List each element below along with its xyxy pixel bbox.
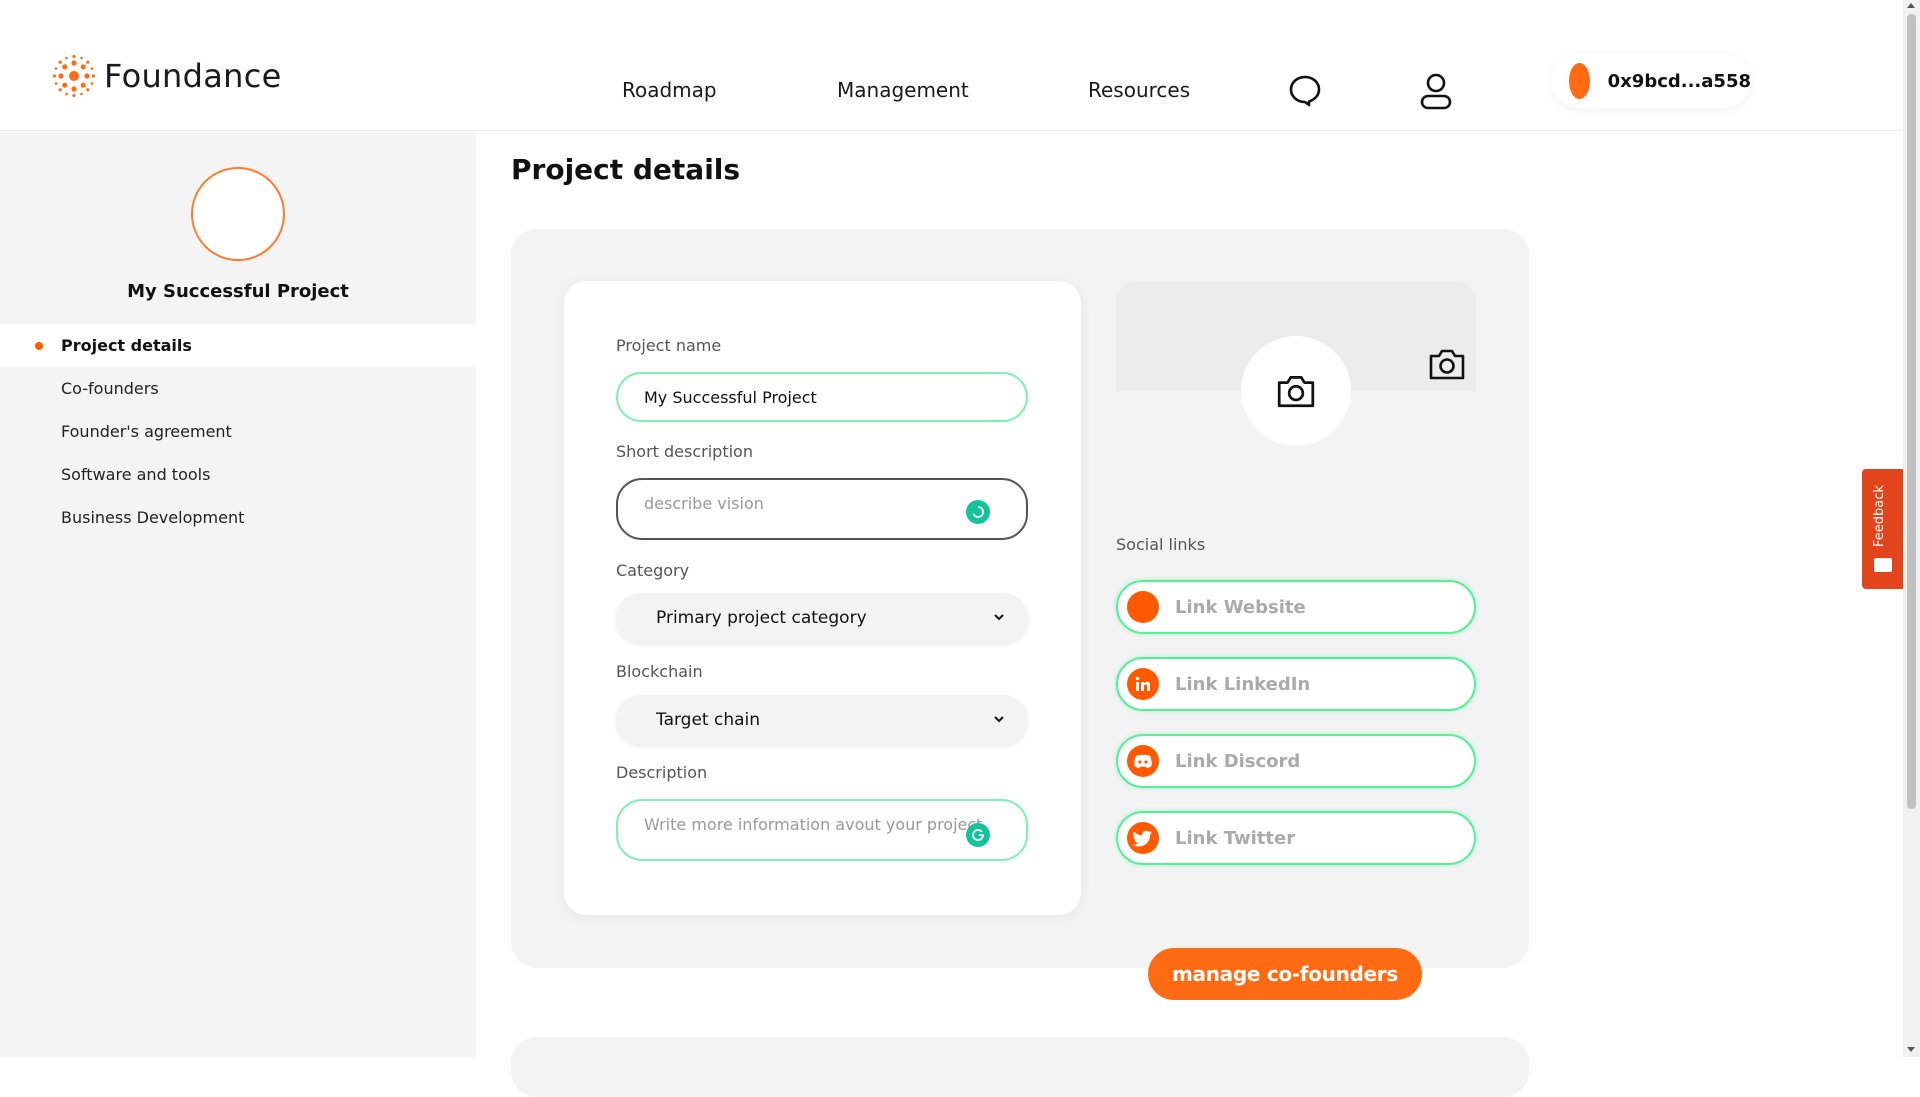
camera-icon xyxy=(1277,375,1315,408)
nav-management[interactable]: Management xyxy=(837,78,969,102)
active-indicator-dot xyxy=(35,342,43,350)
link-linkedin-button[interactable]: Link LinkedIn xyxy=(1116,657,1476,711)
scroll-thumb[interactable] xyxy=(1907,14,1916,809)
manage-co-founders-button[interactable]: manage co-founders xyxy=(1148,948,1422,1000)
link-label: Link LinkedIn xyxy=(1175,673,1311,695)
sidebar-item-label: Founder's agreement xyxy=(61,422,232,441)
linkedin-icon xyxy=(1127,668,1159,700)
sidebar-item-software-tools[interactable]: Software and tools xyxy=(0,453,476,496)
website-icon xyxy=(1127,591,1159,623)
sidebar-item-label: Business Development xyxy=(61,508,245,527)
chevron-down-icon xyxy=(994,614,1004,621)
short-description-placeholder: describe vision xyxy=(644,494,764,513)
sidebar-project-name: My Successful Project xyxy=(127,281,349,302)
nav-roadmap[interactable]: Roadmap xyxy=(622,78,717,102)
discord-icon xyxy=(1127,745,1159,777)
sidebar-item-business-development[interactable]: Business Development xyxy=(0,496,476,539)
category-select[interactable]: Primary project category xyxy=(616,593,1028,643)
feedback-label: Feedback xyxy=(1872,485,1887,547)
link-label: Link Twitter xyxy=(1175,827,1296,849)
description-placeholder: Write more information avout your projec… xyxy=(644,815,983,834)
project-avatar[interactable] xyxy=(191,167,285,261)
blockchain-label: Blockchain xyxy=(616,662,703,681)
sidebar-item-label: Software and tools xyxy=(61,465,211,484)
project-form-card: Project name My Successful Project Short… xyxy=(564,281,1081,915)
description-label: Description xyxy=(616,763,708,782)
foundance-logo-icon xyxy=(52,54,96,98)
grammarly-icon[interactable] xyxy=(966,823,990,847)
feedback-tab[interactable]: Feedback xyxy=(1862,469,1903,589)
sidebar-item-founders-agreement[interactable]: Founder's agreement xyxy=(0,410,476,453)
sidebar-item-label: Co-founders xyxy=(61,379,159,398)
brand-name: Foundance xyxy=(104,57,282,95)
project-name-input[interactable]: My Successful Project xyxy=(616,372,1028,422)
next-section-panel xyxy=(511,1037,1529,1097)
project-name-label: Project name xyxy=(616,336,722,355)
twitter-icon xyxy=(1127,822,1159,854)
feedback-icon xyxy=(1874,558,1892,572)
project-name-value: My Successful Project xyxy=(644,387,817,407)
sidebar-menu: Project details Co-founders Founder's ag… xyxy=(0,324,476,539)
sidebar: My Successful Project Project details Co… xyxy=(0,132,476,1057)
top-header: Foundance Roadmap Management Resources 0… xyxy=(0,0,1903,131)
sidebar-item-co-founders[interactable]: Co-founders xyxy=(0,367,476,410)
page-scrollbar[interactable] xyxy=(1903,0,1920,1057)
scroll-down-arrow[interactable] xyxy=(1907,1047,1915,1052)
blockchain-value: Target chain xyxy=(656,710,761,730)
category-value: Primary project category xyxy=(656,608,867,628)
link-twitter-button[interactable]: Link Twitter xyxy=(1116,811,1476,865)
link-label: Link Discord xyxy=(1175,750,1301,772)
category-label: Category xyxy=(616,561,690,580)
wallet-button[interactable]: 0x9bcd...a558 xyxy=(1551,54,1751,108)
blockchain-select[interactable]: Target chain xyxy=(616,695,1028,745)
sidebar-item-project-details[interactable]: Project details xyxy=(0,324,476,367)
link-website-button[interactable]: Link Website xyxy=(1116,580,1476,634)
description-input[interactable]: Write more information avout your projec… xyxy=(616,799,1028,861)
link-label: Link Website xyxy=(1175,596,1306,618)
brand-logo[interactable]: Foundance xyxy=(52,54,282,98)
user-icon[interactable] xyxy=(1419,72,1453,114)
grammarly-icon[interactable] xyxy=(966,500,990,524)
short-description-label: Short description xyxy=(616,442,753,461)
chat-icon[interactable] xyxy=(1288,74,1322,112)
project-logo-upload[interactable] xyxy=(1241,336,1351,446)
chevron-down-icon xyxy=(994,716,1004,723)
sidebar-item-label: Project details xyxy=(61,336,192,355)
social-links-title: Social links xyxy=(1116,535,1206,554)
camera-icon[interactable] xyxy=(1427,346,1467,386)
nav-resources[interactable]: Resources xyxy=(1088,78,1190,102)
wallet-avatar xyxy=(1569,63,1590,99)
wallet-address: 0x9bcd...a558 xyxy=(1607,70,1751,92)
short-description-input[interactable]: describe vision xyxy=(616,478,1028,540)
page-title: Project details xyxy=(511,153,741,186)
scroll-up-arrow[interactable] xyxy=(1907,3,1915,8)
link-discord-button[interactable]: Link Discord xyxy=(1116,734,1476,788)
